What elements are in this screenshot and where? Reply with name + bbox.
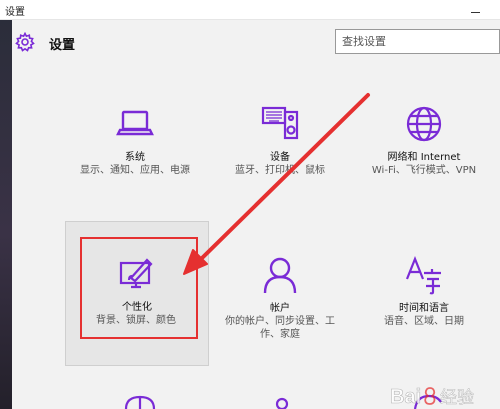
tile-label: 设备 [270, 152, 290, 163]
tile-description: 你的帐户、同步设置、工作、家庭 [225, 316, 335, 340]
annotation-highlight-box [80, 237, 198, 339]
person-icon [263, 257, 297, 294]
minimize-button[interactable] [462, 0, 490, 20]
gear-icon [15, 32, 35, 52]
tile-label: 系统 [125, 152, 145, 163]
tile-accounts[interactable]: 帐户 你的帐户、同步设置、工作、家庭 [210, 221, 350, 367]
watermark-logo: Bai 经验 [390, 386, 475, 409]
tile-description: 显示、通知、应用、电源 [80, 165, 190, 176]
tile-label: 帐户 [270, 303, 290, 314]
baidu-jingyan-watermark: Bai 经验 [388, 384, 500, 409]
svg-text:经验: 经验 [440, 388, 474, 408]
settings-window: 设置 设置 系统 显示、通知、应用、电源 [0, 0, 500, 409]
tile-description: 语音、区域、日期 [384, 316, 464, 327]
privacy-lock-icon [275, 397, 289, 409]
tile-label: 网络和 Internet [387, 152, 461, 163]
title-bar: 设置 [0, 0, 500, 20]
desktop-background-strip [0, 20, 12, 409]
tile-devices[interactable]: 设备 蓝牙、打印机、鼠标 [210, 70, 350, 216]
window-title: 设置 [5, 7, 25, 18]
tile-description: 蓝牙、打印机、鼠标 [235, 165, 325, 176]
globe-icon [406, 106, 442, 142]
svg-text:Bai: Bai [390, 386, 421, 408]
tile-label: 时间和语言 [399, 303, 449, 314]
time-language-icon [405, 256, 441, 295]
page-title: 设置 [49, 38, 76, 53]
search-input[interactable] [342, 33, 492, 50]
laptop-icon [116, 110, 154, 136]
tile-time-language[interactable]: 时间和语言 语音、区域、日期 [354, 221, 494, 367]
settings-header: 设置 [12, 20, 500, 70]
tile-system[interactable]: 系统 显示、通知、应用、电源 [65, 70, 205, 216]
tile-network[interactable]: 网络和 Internet Wi-Fi、飞行模式、VPN [354, 70, 494, 216]
ease-of-access-icon [124, 395, 156, 409]
devices-icon [261, 106, 299, 140]
tile-description: Wi-Fi、飞行模式、VPN [371, 165, 477, 176]
search-box[interactable] [335, 29, 500, 54]
